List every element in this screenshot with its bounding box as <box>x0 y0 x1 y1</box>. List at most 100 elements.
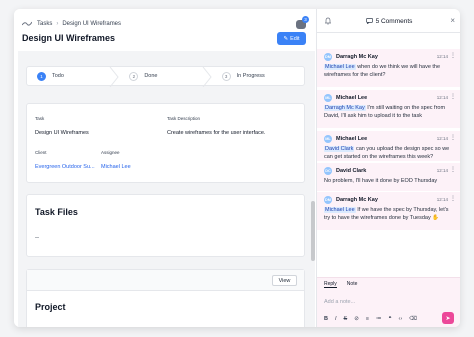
notifications-button[interactable]: 3 <box>296 16 309 30</box>
reply-composer: Reply Note Add a note... B I S ⊘ ≡ ≔ ❝ ‹… <box>317 277 460 327</box>
mention-tag[interactable]: David Clark <box>324 146 355 152</box>
comment-item: DM Darragh Mc Kay 12:14 ⋮ Michael Lee If… <box>317 192 460 230</box>
quote-icon[interactable]: ❝ <box>389 316 392 322</box>
client-label: Client <box>35 150 47 155</box>
bold-icon[interactable]: B <box>324 316 328 322</box>
chevron-right-icon <box>202 67 212 87</box>
description-value: Create wireframes for the user interface… <box>167 130 266 136</box>
comment-time: 12:14 <box>436 136 448 141</box>
comment-author: Darragh Mc Kay <box>336 197 378 203</box>
task-label: Task <box>35 116 45 121</box>
comments-title-wrap: 5 Comments <box>317 9 460 33</box>
comment-body: David Clark can you upload the design sp… <box>324 146 452 161</box>
numbered-list-icon[interactable]: ≔ <box>376 316 382 322</box>
task-files-empty: -- <box>35 235 39 241</box>
step-todo[interactable]: 1 Todo <box>27 67 119 87</box>
task-detail-pane: Tasks › Design UI Wireframes 3 Design UI… <box>14 9 316 327</box>
comment-item: DC David Clark 12:14 ⋮ No problem, I'll … <box>317 163 460 191</box>
more-options-icon[interactable]: ⋮ <box>450 195 456 202</box>
note-input[interactable]: Add a note... <box>324 299 355 305</box>
link-icon[interactable]: ⊘ <box>354 316 359 322</box>
comment-body: Michael Lee If we have the spec by Thurs… <box>324 207 452 222</box>
clear-format-icon[interactable]: ⌫ <box>409 316 417 322</box>
scrollbar-thumb[interactable] <box>311 201 315 261</box>
comment-item: ML Michael Lee 12:14 ⋮ David Clark can y… <box>317 131 460 161</box>
avatar: ML <box>324 135 332 143</box>
comment-time: 12:14 <box>436 54 448 59</box>
comment-author: Michael Lee <box>336 95 368 101</box>
more-options-icon[interactable]: ⋮ <box>450 93 456 100</box>
app-window: Tasks › Design UI Wireframes 3 Design UI… <box>14 9 460 327</box>
avatar: DM <box>324 53 332 61</box>
comments-header: 5 Comments × <box>317 9 460 33</box>
assignee-label: Assignee <box>101 150 120 155</box>
comment-item: DM Darragh Mc Kay 12:14 ⋮ Michael Lee wh… <box>317 49 460 87</box>
more-options-icon[interactable]: ⋮ <box>450 52 456 59</box>
edit-button-label: Edit <box>290 35 300 42</box>
task-info-card: Task Design UI Wireframes Task Descripti… <box>26 103 305 183</box>
breadcrumb: Tasks › Design UI Wireframes <box>22 19 121 29</box>
mention-tag[interactable]: Michael Lee <box>324 64 356 70</box>
format-toolbar: B I S ⊘ ≡ ≔ ❝ ‹› ⌫ <box>324 314 454 324</box>
view-button[interactable]: View <box>272 275 297 286</box>
comment-time: 12:14 <box>436 95 448 100</box>
mention-tag[interactable]: Darragh Mc Kay <box>324 105 366 111</box>
task-files-title: Task Files <box>35 207 78 217</box>
send-icon: ➤ <box>445 315 451 322</box>
project-card: View Project <box>26 269 305 327</box>
comment-icon <box>365 18 373 24</box>
italic-icon[interactable]: I <box>335 316 337 322</box>
step-number: 1 <box>37 71 46 81</box>
comments-title: 5 Comments <box>375 17 413 25</box>
comment-time: 12:14 <box>436 197 448 202</box>
client-link[interactable]: Evergreen Outdoor Su... <box>35 164 95 170</box>
step-done[interactable]: 2 Done <box>119 67 212 87</box>
step-number: 3 <box>221 71 231 81</box>
comments-pane: 5 Comments × DM Darragh Mc Kay 12:14 ⋮ M… <box>316 9 460 327</box>
mention-tag[interactable]: Michael Lee <box>324 207 356 213</box>
code-icon[interactable]: ‹› <box>398 316 402 322</box>
scrollbar[interactable] <box>311 51 315 327</box>
tab-note[interactable]: Note <box>347 281 358 288</box>
status-stepper: 1 Todo 2 Done 3 In Progress <box>26 66 305 87</box>
task-value: Design UI Wireframes <box>35 130 89 136</box>
assignee-link[interactable]: Michael Lee <box>101 164 131 170</box>
comment-author: Michael Lee <box>336 136 368 142</box>
comment-body: No problem, I'll have it done by EOD Thu… <box>324 178 452 186</box>
breadcrumb-current: Design UI Wireframes <box>62 21 122 27</box>
step-number: 2 <box>129 71 139 81</box>
bullet-list-icon[interactable]: ≡ <box>366 316 369 322</box>
comment-author: Darragh Mc Kay <box>336 54 378 60</box>
comment-body: Darragh Mc Kay I'm still waiting on the … <box>324 105 452 120</box>
description-label: Task Description <box>167 116 201 121</box>
task-files-card: Task Files -- <box>26 194 305 257</box>
notification-badge: 3 <box>302 16 309 23</box>
step-label: Done <box>144 73 158 79</box>
avatar: ML <box>324 94 332 102</box>
tab-reply[interactable]: Reply <box>324 281 337 288</box>
project-card-header: View <box>27 270 304 291</box>
comment-body: Michael Lee when do we think we will hav… <box>324 64 452 79</box>
task-content: 1 Todo 2 Done 3 In Progress Task Design … <box>18 51 312 327</box>
strikethrough-icon[interactable]: S <box>344 316 348 322</box>
step-label: Todo <box>52 73 64 79</box>
more-options-icon[interactable]: ⋮ <box>450 166 456 173</box>
breadcrumb-root[interactable]: Tasks <box>37 21 52 27</box>
avatar: DC <box>324 167 332 175</box>
page-title: Design UI Wireframes <box>22 33 115 43</box>
app-logo-icon <box>22 21 32 26</box>
close-icon[interactable]: × <box>450 16 455 25</box>
more-options-icon[interactable]: ⋮ <box>450 134 456 141</box>
comment-list: DM Darragh Mc Kay 12:14 ⋮ Michael Lee wh… <box>317 35 460 275</box>
comment-text: No problem, I'll have it done by EOD Thu… <box>324 178 438 184</box>
edit-button[interactable]: ✎ Edit <box>277 32 306 45</box>
project-title: Project <box>35 302 66 312</box>
chevron-right-icon: › <box>56 21 59 27</box>
chevron-right-icon <box>109 67 119 87</box>
avatar: DM <box>324 196 332 204</box>
comment-item: ML Michael Lee 12:14 ⋮ Darragh Mc Kay I'… <box>317 90 460 128</box>
send-button[interactable]: ➤ <box>442 312 454 324</box>
comment-author: David Clark <box>336 168 367 174</box>
step-label: In Progress <box>236 73 265 79</box>
step-in-progress[interactable]: 3 In Progress <box>212 67 304 85</box>
